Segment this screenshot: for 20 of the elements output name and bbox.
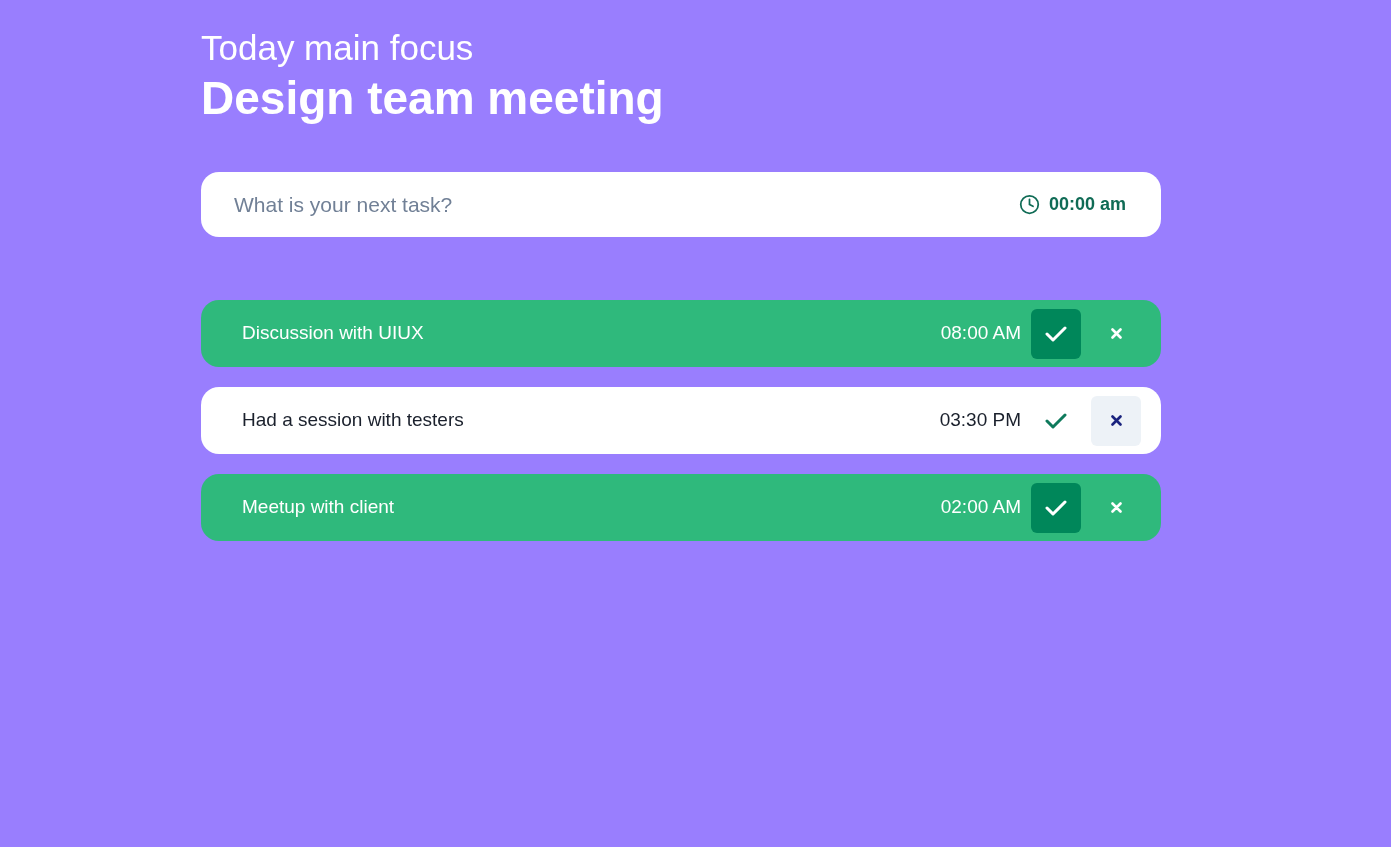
delete-button[interactable] (1091, 395, 1141, 446)
task-text: Had a session with testers (242, 408, 465, 433)
complete-button[interactable] (1031, 482, 1081, 533)
task-text: Discussion with UIUX (242, 321, 425, 346)
close-icon (1110, 502, 1122, 513)
complete-button[interactable] (1031, 308, 1081, 359)
task-time: 02:00 AM (940, 495, 1021, 520)
check-icon (1045, 499, 1067, 516)
subtitle: Today main focus (201, 27, 475, 69)
check-icon (1045, 325, 1067, 342)
clock-icon (1018, 194, 1040, 215)
task-time: 08:00 AM (940, 321, 1021, 346)
close-icon (1110, 415, 1122, 426)
task-text: Meetup with client (242, 495, 396, 520)
task-input-field[interactable]: What is your next task? 00:00 am (201, 172, 1161, 237)
time-picker[interactable]: 00:00 am (1018, 191, 1126, 218)
check-icon (1045, 412, 1067, 429)
main-focus-title: Design team meeting (201, 71, 665, 126)
task-time: 03:30 PM (939, 408, 1021, 433)
close-icon (1110, 328, 1122, 339)
